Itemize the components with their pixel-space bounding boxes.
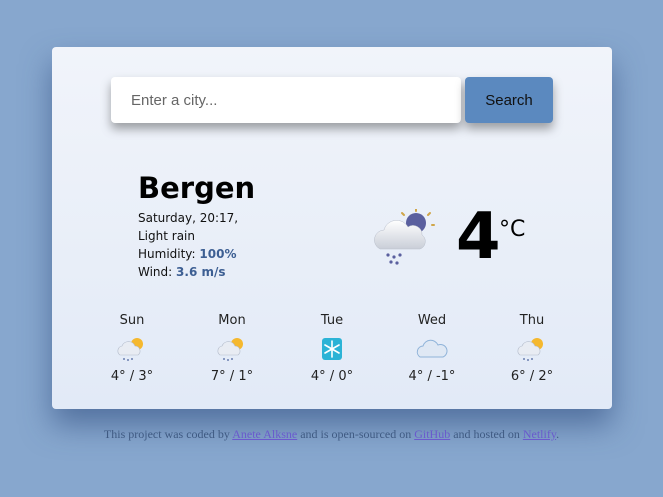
wind: Wind: 3.6 m/s bbox=[138, 265, 226, 279]
humidity: Humidity: 100% bbox=[138, 247, 237, 261]
github-link[interactable]: GitHub bbox=[414, 427, 450, 441]
footer-text: This project was coded by bbox=[103, 427, 230, 441]
weather-description: Light rain bbox=[138, 229, 195, 243]
temperature-unit: °C bbox=[499, 217, 526, 242]
wind-label: Wind: bbox=[138, 265, 173, 279]
forecast-temps: 4° / -1° bbox=[408, 369, 456, 384]
footer-period: . bbox=[556, 427, 560, 441]
footer-text: and hosted on bbox=[453, 427, 520, 441]
snowflake-icon bbox=[322, 338, 342, 360]
cloud-icon bbox=[416, 339, 448, 358]
search-button[interactable]: Search bbox=[465, 77, 553, 123]
forecast-day-name: Tue bbox=[320, 313, 344, 328]
current-temperature: 4 bbox=[456, 200, 501, 274]
sun-cloud-rain-icon bbox=[117, 338, 143, 361]
forecast-day: Mon 7° / 1° bbox=[182, 313, 282, 384]
forecast-temps: 4° / 0° bbox=[310, 369, 354, 384]
forecast-day: Sun 4° / 3° bbox=[82, 313, 182, 384]
city-name: Bergen bbox=[138, 171, 256, 205]
sun-cloud-rain-icon bbox=[517, 338, 543, 361]
forecast-day: Tue 4° / 0° bbox=[282, 313, 382, 384]
wind-value: 3.6 m/s bbox=[176, 265, 226, 279]
forecast-temps: 4° / 3° bbox=[110, 369, 154, 384]
footer-text: and is open-sourced on bbox=[300, 427, 412, 441]
forecast: Sun 4° / 3° Mon 7° / 1° Tue 4° / 0° Wed … bbox=[82, 313, 582, 387]
forecast-day-name: Mon bbox=[218, 313, 246, 328]
city-search-input[interactable] bbox=[111, 77, 461, 123]
humidity-value: 100% bbox=[199, 247, 237, 261]
netlify-link[interactable]: Netlify bbox=[523, 427, 556, 441]
forecast-day-name: Sun bbox=[119, 313, 145, 328]
sun-cloud-rain-icon bbox=[217, 338, 243, 361]
forecast-day: Thu 6° / 2° bbox=[482, 313, 582, 384]
forecast-day-name: Thu bbox=[519, 313, 545, 328]
author-link[interactable]: Anete Alksne bbox=[232, 427, 297, 441]
footer: This project was coded by Anete Alksne a… bbox=[0, 427, 663, 442]
forecast-day-name: Wed bbox=[417, 313, 447, 328]
forecast-temps: 6° / 2° bbox=[510, 369, 554, 384]
humidity-label: Humidity: bbox=[138, 247, 196, 261]
forecast-day: Wed 4° / -1° bbox=[382, 313, 482, 384]
weather-card: Search Bergen Saturday, 20:17, Light rai… bbox=[52, 47, 612, 409]
cloud-rain-night-icon bbox=[374, 209, 435, 265]
forecast-temps: 7° / 1° bbox=[210, 369, 254, 384]
current-datetime: Saturday, 20:17, bbox=[138, 211, 239, 225]
